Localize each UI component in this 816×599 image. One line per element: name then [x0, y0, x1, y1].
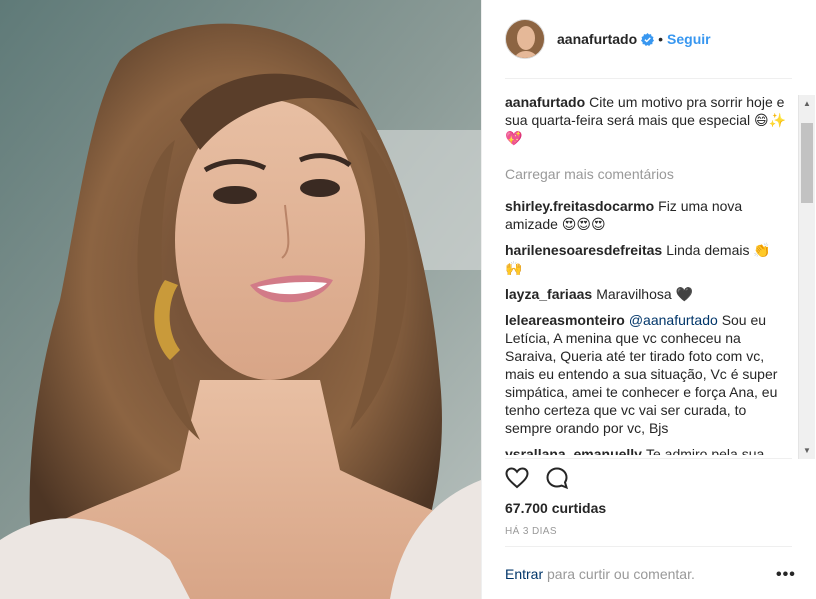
- list-item: layza_fariaas Maravilhosa 🖤: [505, 285, 788, 303]
- comment-text: Maravilhosa 🖤: [596, 286, 693, 302]
- footer-divider: [505, 546, 792, 547]
- scrollbar-thumb[interactable]: [801, 123, 813, 203]
- list-item: ysrallana_emanuellyTe admiro pela sua ga…: [505, 445, 788, 455]
- list-item: harilenesoaresdefreitas Linda demais 👏🙌: [505, 241, 788, 277]
- list-item: leleareasmonteiro @aanafurtado Sou eu Let…: [505, 311, 788, 437]
- comment-text: Sou eu Letícia, A menina que vc conheceu…: [505, 312, 778, 436]
- portrait-image: [0, 0, 481, 599]
- separator-dot: •: [658, 31, 664, 47]
- scroll-down-icon[interactable]: ▼: [799, 442, 815, 459]
- login-link[interactable]: Entrar: [505, 566, 543, 582]
- author-avatar[interactable]: [505, 19, 545, 59]
- header-divider: [505, 78, 792, 79]
- list-item: shirley.freitasdocarmo Fiz uma nova amiza…: [505, 197, 788, 233]
- comment-bubble-icon[interactable]: [545, 466, 569, 490]
- post-photo[interactable]: [0, 0, 481, 599]
- caption-username[interactable]: aanafurtado: [505, 94, 585, 110]
- author-username[interactable]: aanafurtado: [557, 31, 637, 47]
- comment-username[interactable]: leleareasmonteiro: [505, 312, 625, 328]
- load-more-comments[interactable]: Carregar mais comentários: [505, 165, 788, 183]
- comment-username[interactable]: layza_fariaas: [505, 286, 592, 302]
- login-prompt: Entrar para curtir ou comentar.: [505, 566, 695, 582]
- comment-mention[interactable]: @aanafurtado: [629, 312, 718, 328]
- action-bar: [505, 466, 569, 490]
- actions-divider: [505, 458, 792, 459]
- verified-badge-icon: [641, 32, 655, 46]
- scroll-up-icon[interactable]: ▲: [799, 95, 815, 112]
- likes-count[interactable]: 67.700 curtidas: [505, 500, 606, 516]
- comments-list[interactable]: aanafurtado Cite um motivo pra sorrir hoj…: [505, 93, 788, 455]
- comments-scrollbar[interactable]: ▲ ▼: [798, 95, 815, 459]
- caption: aanafurtado Cite um motivo pra sorrir hoj…: [505, 93, 788, 147]
- comment-username[interactable]: ysrallana_emanuelly: [505, 446, 642, 455]
- comment-username[interactable]: harilenesoaresdefreitas: [505, 242, 662, 258]
- heart-outline-icon[interactable]: [505, 466, 529, 490]
- comment-username[interactable]: shirley.freitasdocarmo: [505, 198, 654, 214]
- post-age[interactable]: HÁ 3 DIAS: [505, 526, 557, 537]
- avatar-image: [506, 20, 544, 58]
- post-header: aanafurtado • Seguir: [505, 18, 711, 60]
- more-options-icon[interactable]: •••: [776, 566, 796, 584]
- login-prompt-text: para curtir ou comentar.: [547, 566, 695, 582]
- follow-button[interactable]: Seguir: [667, 31, 711, 47]
